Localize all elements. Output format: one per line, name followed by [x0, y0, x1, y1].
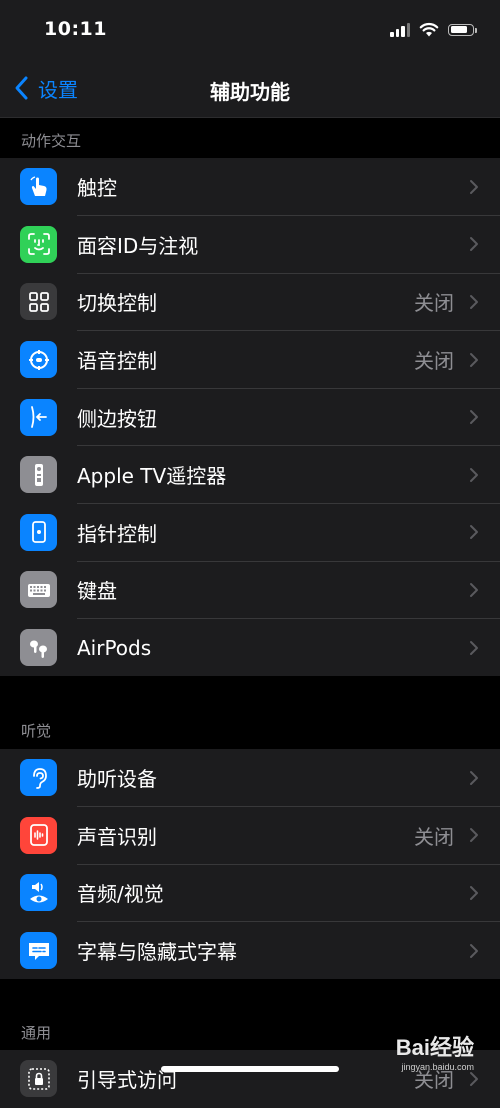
pointer-control-icon	[20, 513, 57, 551]
airpods-icon	[20, 629, 57, 667]
chevron-right-icon	[470, 525, 478, 540]
sound-recognition-icon	[20, 816, 57, 854]
switch-control-icon	[20, 283, 57, 321]
chevron-right-icon	[470, 294, 478, 309]
section-header: 通用	[21, 1024, 52, 1042]
chevron-right-icon	[470, 410, 478, 425]
list-item-hearing-devices[interactable]: 助听设备	[0, 749, 500, 807]
home-indicator[interactable]	[161, 1066, 339, 1072]
section-group: 助听设备 声音识别 关闭 音频/视觉 字幕与隐藏式字幕	[0, 749, 500, 980]
chevron-right-icon	[470, 943, 478, 958]
list-item-voice-control[interactable]: 语音控制 关闭	[0, 331, 500, 389]
item-label: 声音识别	[77, 824, 157, 849]
list-item-pointer-control[interactable]: 指针控制	[0, 504, 500, 562]
item-label: 侧边按钮	[77, 406, 157, 431]
item-label: AirPods	[77, 635, 152, 660]
list-item-apple-tv-remote[interactable]: Apple TV遥控器	[0, 446, 500, 504]
chevron-right-icon	[470, 352, 478, 367]
chevron-right-icon	[470, 828, 478, 843]
item-label: 字幕与隐藏式字幕	[77, 940, 237, 965]
list-item-sound-recognition[interactable]: 声音识别 关闭	[0, 807, 500, 865]
side-button-icon	[20, 398, 57, 436]
list-item-audio-visual[interactable]: 音频/视觉	[0, 864, 500, 922]
audio-visual-icon	[20, 874, 57, 912]
keyboard-icon	[20, 571, 57, 609]
chevron-right-icon	[470, 582, 478, 597]
item-label: 语音控制	[77, 349, 157, 374]
section-header: 听觉	[21, 722, 52, 740]
remote-icon	[20, 456, 57, 494]
chevron-right-icon	[470, 885, 478, 900]
list-item-subtitles[interactable]: 字幕与隐藏式字幕	[0, 922, 500, 980]
chevron-right-icon	[470, 640, 478, 655]
item-label: 音频/视觉	[77, 882, 164, 907]
section-group: 触控 面容ID与注视 切换控制 关闭 语音控制 关闭 侧边按钮 Apple TV…	[0, 158, 500, 677]
page-title: 辅助功能	[210, 80, 290, 104]
list-item-keyboard[interactable]: 键盘	[0, 561, 500, 619]
item-label: 切换控制	[77, 291, 157, 316]
subtitles-icon	[20, 932, 57, 970]
list-item-switch-control[interactable]: 切换控制 关闭	[0, 273, 500, 331]
voice-control-icon	[20, 341, 57, 379]
status-bar: 10:11	[0, 0, 500, 60]
chevron-right-icon	[470, 770, 478, 785]
list-item-airpods[interactable]: AirPods	[0, 619, 500, 677]
battery-icon	[448, 23, 477, 36]
status-icons	[390, 22, 477, 37]
section-header: 动作交互	[21, 132, 82, 150]
list-item-touch[interactable]: 触控	[0, 158, 500, 216]
status-time: 10:11	[44, 18, 107, 40]
watermark-url: jingyan.baidu.com	[401, 1062, 474, 1072]
face-id-icon	[20, 225, 57, 263]
chevron-right-icon	[470, 467, 478, 482]
item-value: 关闭	[414, 291, 454, 316]
cellular-signal-icon	[390, 22, 410, 37]
item-value: 关闭	[414, 824, 454, 849]
chevron-right-icon	[470, 237, 478, 252]
item-label: 触控	[77, 176, 117, 201]
item-label: 键盘	[77, 579, 117, 604]
item-label: 指针控制	[77, 521, 157, 546]
watermark: Bai经验 jingyan.baidu.com	[396, 1030, 474, 1072]
guided-access-icon	[20, 1060, 57, 1098]
navigation-bar: 设置 辅助功能	[0, 60, 500, 118]
hand-touch-icon	[20, 168, 57, 206]
chevron-right-icon	[470, 1071, 478, 1086]
watermark-logo: Bai经验	[395, 1035, 474, 1060]
item-label: Apple TV遥控器	[77, 464, 227, 489]
list-item-side-button[interactable]: 侧边按钮	[0, 388, 500, 446]
chevron-right-icon	[470, 179, 478, 194]
item-label: 面容ID与注视	[77, 233, 199, 258]
list-item-face-id[interactable]: 面容ID与注视	[0, 216, 500, 274]
ear-icon	[20, 759, 57, 797]
item-value: 关闭	[414, 349, 454, 374]
wifi-icon	[419, 22, 439, 37]
item-label: 助听设备	[77, 767, 157, 792]
